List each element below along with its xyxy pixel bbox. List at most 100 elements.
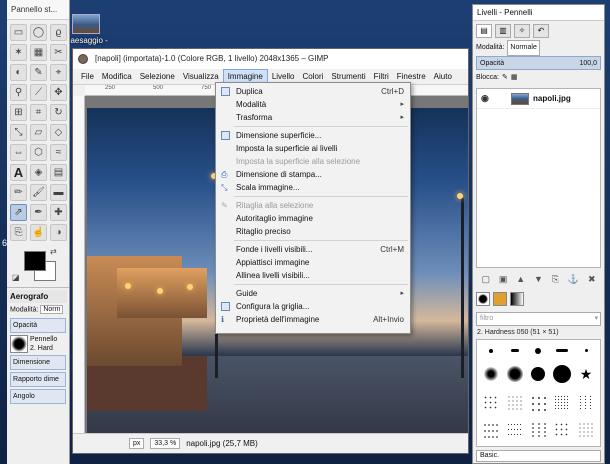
brush-item[interactable]	[551, 361, 573, 389]
menu-item-duplica[interactable]: Duplica Ctrl+D	[216, 85, 410, 98]
menu-item-trasforma[interactable]: Trasforma ▸	[216, 111, 410, 124]
swap-colors-icon[interactable]: ⇄	[50, 247, 57, 256]
menu-item-superficie-livelli[interactable]: Imposta la superficie ai livelli	[216, 142, 410, 155]
layers-tab-icon[interactable]: ▤	[476, 24, 492, 38]
brush-item[interactable]	[504, 418, 526, 444]
vertical-ruler[interactable]	[73, 96, 85, 433]
menu-file[interactable]: File	[77, 69, 98, 85]
measure-tool-icon[interactable]: ⟋	[30, 84, 47, 101]
brushes-tab-icon[interactable]	[476, 292, 490, 306]
brush-item[interactable]	[575, 343, 597, 359]
heal-tool-icon[interactable]: ✚	[50, 204, 67, 221]
lock-pixels-icon[interactable]: ✎	[502, 71, 508, 85]
ellipse-select-tool-icon[interactable]: ◯	[30, 24, 47, 41]
menu-item-fonde-livelli[interactable]: Fonde i livelli visibili... Ctrl+M	[216, 243, 410, 256]
menu-item-allinea-livelli[interactable]: Allinea livelli visibili...	[216, 269, 410, 282]
airbrush-tool-icon[interactable]: ⇗	[10, 204, 27, 221]
menu-selezione[interactable]: Selezione	[136, 69, 179, 85]
layer-mode-select[interactable]: Normale	[507, 40, 540, 56]
delete-layer-icon[interactable]: ✖	[588, 274, 596, 285]
scissors-tool-icon[interactable]: ✂	[50, 44, 67, 61]
brush-item[interactable]	[480, 390, 502, 416]
new-layer-icon[interactable]: ▢	[481, 274, 490, 285]
menu-item-guide[interactable]: Guide ▸	[216, 287, 410, 300]
brush-item[interactable]	[575, 390, 597, 416]
brush-item[interactable]	[528, 343, 550, 359]
duplicate-layer-icon[interactable]: ⎘	[552, 274, 559, 285]
anchor-layer-icon[interactable]: ⚓	[568, 274, 579, 285]
brush-item[interactable]	[504, 361, 526, 389]
brush-item[interactable]	[480, 418, 502, 444]
angle-slider[interactable]: Angolo	[10, 389, 66, 404]
brush-item[interactable]	[504, 390, 526, 416]
brush-item[interactable]	[528, 418, 550, 444]
brush-item[interactable]	[575, 418, 597, 444]
brush-item[interactable]	[551, 390, 573, 416]
brush-item[interactable]	[480, 361, 502, 389]
crop-tool-icon[interactable]: ⌗	[30, 104, 47, 121]
unit-select[interactable]: px	[129, 438, 145, 449]
eraser-tool-icon[interactable]: ▬	[50, 184, 67, 201]
aspect-ratio-slider[interactable]: Rapporto dime	[10, 372, 66, 387]
ink-tool-icon[interactable]: ✒	[30, 204, 47, 221]
patterns-tab-icon[interactable]	[493, 292, 507, 306]
menu-modifica[interactable]: Modifica	[98, 69, 136, 85]
mode-select[interactable]: Norm	[40, 305, 64, 314]
undo-tab-icon[interactable]: ↶	[533, 24, 549, 38]
brush-preview[interactable]	[10, 335, 28, 353]
rotate-tool-icon[interactable]: ↻	[50, 104, 67, 121]
warp-tool-icon[interactable]: ≈	[50, 144, 67, 161]
menu-item-modalita[interactable]: Modalità ▸	[216, 98, 410, 111]
rect-select-tool-icon[interactable]: ▭	[10, 24, 27, 41]
menu-item-autoritaglio[interactable]: Autoritaglio immagine	[216, 212, 410, 225]
paths-tool-icon[interactable]: ✎	[30, 64, 47, 81]
clone-tool-icon[interactable]: ⎘	[10, 224, 27, 241]
align-tool-icon[interactable]: ⊞	[10, 104, 27, 121]
menu-item-scala-immagine[interactable]: ⤡ Scala immagine...	[216, 181, 410, 194]
menu-aiuto[interactable]: Aiuto	[430, 69, 456, 85]
menu-item-appiattisci[interactable]: Appiattisci immagine	[216, 256, 410, 269]
brush-filter-input[interactable]: filtro ▾	[476, 312, 601, 326]
cage-tool-icon[interactable]: ⬡	[30, 144, 47, 161]
shear-tool-icon[interactable]: ▱	[30, 124, 47, 141]
bucket-fill-tool-icon[interactable]: ◈	[30, 164, 47, 181]
visibility-eye-icon[interactable]: ◉	[481, 93, 493, 104]
text-tool-icon[interactable]: A	[10, 164, 27, 181]
brush-item[interactable]	[528, 361, 550, 389]
menu-item-proprieta[interactable]: ℹ Proprietà dell'immagine Alt+Invio	[216, 313, 410, 326]
free-select-tool-icon[interactable]: ϱ	[50, 24, 67, 41]
foreground-color-swatch[interactable]	[24, 251, 46, 271]
pencil-tool-icon[interactable]: ✏	[10, 184, 27, 201]
paintbrush-tool-icon[interactable]: 🖌	[30, 184, 47, 201]
layer-opacity-slider[interactable]: Opacità 100,0	[476, 56, 601, 70]
foreground-select-tool-icon[interactable]: ◐	[10, 64, 27, 81]
brush-preset-select[interactable]: Basic.	[476, 450, 601, 462]
perspective-tool-icon[interactable]: ◇	[50, 124, 67, 141]
brush-item[interactable]	[528, 390, 550, 416]
brush-item[interactable]	[551, 343, 573, 359]
flip-tool-icon[interactable]: ⇔	[10, 144, 27, 161]
size-slider[interactable]: Dimensione	[10, 355, 66, 370]
color-select-tool-icon[interactable]: ▦	[30, 44, 47, 61]
gradients-tab-icon[interactable]	[510, 292, 524, 306]
paths-tab-icon[interactable]: ✧	[514, 24, 530, 38]
menu-item-configura-griglia[interactable]: Configura la griglia...	[216, 300, 410, 313]
gradient-tool-icon[interactable]: ▤	[50, 164, 67, 181]
layer-group-icon[interactable]: ▣	[499, 274, 508, 285]
smudge-tool-icon[interactable]: ☝	[30, 224, 47, 241]
raise-layer-icon[interactable]: ▲	[516, 274, 525, 285]
desktop-file-icon[interactable]: paesaggio -	[66, 14, 108, 45]
opacity-slider[interactable]: Opacità	[10, 318, 66, 333]
menu-item-dimensione-stampa[interactable]: ⎙ Dimensione di stampa...	[216, 168, 410, 181]
scale-tool-icon[interactable]: ⤡	[10, 124, 27, 141]
move-tool-icon[interactable]: ✥	[50, 84, 67, 101]
brush-item[interactable]	[551, 418, 573, 444]
lock-alpha-icon[interactable]: ▦	[511, 71, 518, 85]
layer-row[interactable]: ◉ napoli.jpg	[477, 89, 600, 109]
color-picker-tool-icon[interactable]: ⌖	[50, 64, 67, 81]
dodge-burn-tool-icon[interactable]: ◑	[50, 224, 67, 241]
brush-item[interactable]: ★	[575, 361, 597, 389]
zoom-tool-icon[interactable]: ⚲	[10, 84, 27, 101]
menu-item-dimensione-superficie[interactable]: Dimensione superficie...	[216, 129, 410, 142]
menu-item-ritaglio-preciso[interactable]: Ritaglio preciso	[216, 225, 410, 238]
